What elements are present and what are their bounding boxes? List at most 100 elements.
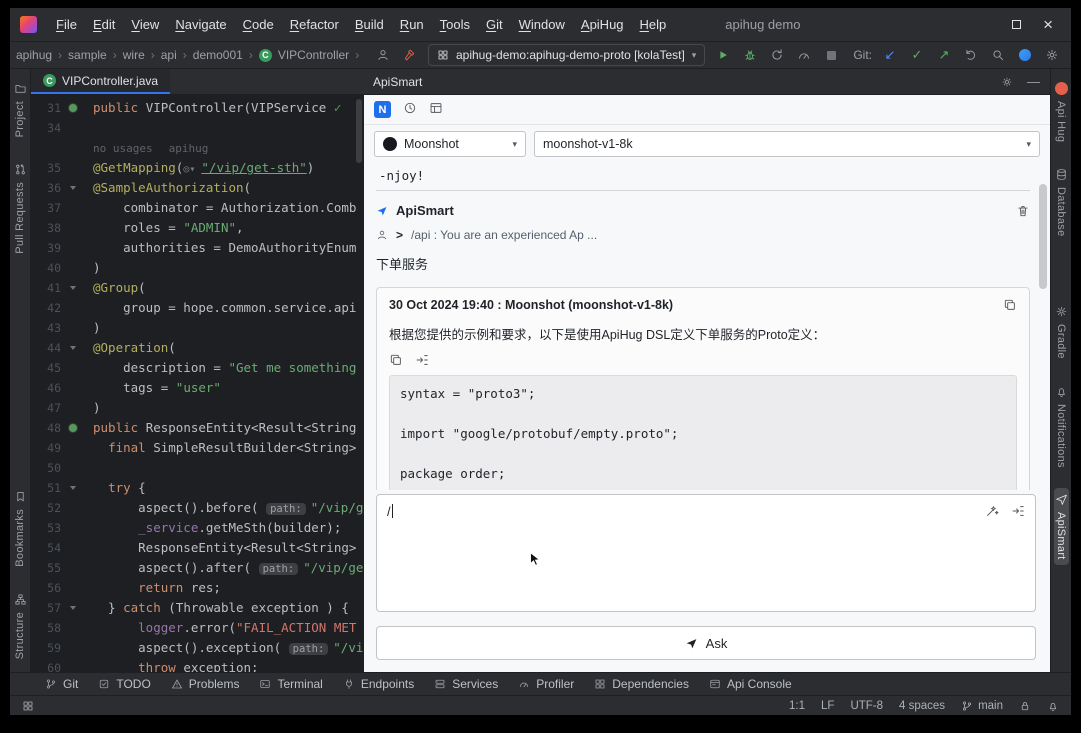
- breadcrumb-item-wire[interactable]: wire: [123, 48, 145, 62]
- tool-window-button-notifications[interactable]: Notifications: [1054, 380, 1069, 473]
- fold-icon[interactable]: [70, 346, 76, 350]
- insert-to-editor-icon[interactable]: [1011, 504, 1025, 518]
- breadcrumb-item-sample[interactable]: sample: [68, 48, 107, 62]
- close-button[interactable]: ×: [1043, 16, 1053, 33]
- menu-window[interactable]: Window: [512, 14, 572, 35]
- code-with-me-icon[interactable]: [1016, 46, 1034, 64]
- gutter: [63, 518, 83, 538]
- code-block[interactable]: syntax = "proto3"; import "google/protob…: [389, 375, 1017, 490]
- tool-window-button-database[interactable]: Database: [1054, 163, 1069, 242]
- run-icon[interactable]: [714, 46, 732, 64]
- tool-window-button-gradle[interactable]: Gradle: [1054, 300, 1069, 364]
- code-line: 35 @GetMapping(◎▾ "/vip/get-sth"): [31, 158, 363, 178]
- menu-tools[interactable]: Tools: [433, 14, 477, 35]
- provider-select[interactable]: Moonshot ▾: [374, 131, 526, 157]
- editor-tab[interactable]: VIPController.java: [31, 69, 171, 94]
- fold-icon[interactable]: [70, 486, 76, 490]
- breadcrumb-item-demo001[interactable]: demo001: [193, 48, 243, 62]
- tool-window-terminal[interactable]: Terminal: [250, 675, 331, 693]
- gutter: [63, 418, 83, 438]
- indent-style[interactable]: 4 spaces: [899, 700, 945, 712]
- git-push-icon[interactable]: ↗: [935, 46, 953, 64]
- insert-code-icon[interactable]: [415, 353, 429, 367]
- menu-edit[interactable]: Edit: [86, 14, 122, 35]
- gutter: [63, 598, 83, 618]
- menu-refactor[interactable]: Refactor: [283, 14, 346, 35]
- fold-icon[interactable]: [70, 186, 76, 190]
- chat-scrollbar[interactable]: [1039, 166, 1047, 490]
- menu-run[interactable]: Run: [393, 14, 431, 35]
- hide-panel-button[interactable]: —: [1027, 75, 1040, 88]
- menu-file[interactable]: File: [49, 14, 84, 35]
- menu-build[interactable]: Build: [348, 14, 391, 35]
- gutter: [63, 318, 83, 338]
- endpoint-gutter-icon[interactable]: [69, 424, 77, 432]
- debug-icon[interactable]: [741, 46, 759, 64]
- build-hammer-icon[interactable]: [401, 46, 419, 64]
- fold-icon[interactable]: [70, 606, 76, 610]
- menu-help[interactable]: Help: [633, 14, 674, 35]
- chevron-right-icon[interactable]: >: [396, 228, 403, 242]
- breadcrumb-item-apihug[interactable]: apihug: [16, 48, 52, 62]
- prompt-wand-icon[interactable]: [985, 504, 999, 518]
- copy-code-icon[interactable]: [389, 353, 403, 367]
- notifications-icon[interactable]: [1047, 700, 1059, 712]
- tool-window-todo[interactable]: TODO: [89, 675, 159, 693]
- menu-apihug[interactable]: ApiHug: [574, 14, 631, 35]
- tool-window-button-api-hug[interactable]: Api Hug: [1054, 77, 1069, 147]
- tool-window-button-pull-requests[interactable]: Pull Requests: [13, 158, 28, 259]
- profiler-icon[interactable]: [795, 46, 813, 64]
- tool-window-layout-icon[interactable]: [22, 700, 34, 712]
- git-branch-widget[interactable]: main: [961, 700, 1003, 712]
- fold-icon[interactable]: [70, 286, 76, 290]
- tool-window-button-bookmarks[interactable]: Bookmarks: [13, 485, 28, 572]
- search-icon[interactable]: [989, 46, 1007, 64]
- tool-window-api-console[interactable]: Api Console: [700, 675, 801, 693]
- file-encoding[interactable]: UTF-8: [850, 700, 883, 712]
- avatar-icon[interactable]: [374, 46, 392, 64]
- stop-icon[interactable]: [822, 46, 840, 64]
- tool-window-label: Pull Requests: [14, 182, 26, 255]
- copy-response-icon[interactable]: [1003, 298, 1017, 312]
- run-config-select[interactable]: apihug-demo:apihug-demo-proto [kolaTest]…: [427, 44, 706, 66]
- tool-window-button-project[interactable]: Project: [13, 77, 28, 142]
- git-commit-icon[interactable]: ✓: [908, 46, 926, 64]
- panel-settings-icon[interactable]: [1001, 76, 1013, 88]
- layout-icon[interactable]: [429, 101, 443, 118]
- rerun-icon[interactable]: [768, 46, 786, 64]
- chat-history[interactable]: -njoy! ApiSmart > /api : You are an expe…: [364, 164, 1050, 490]
- caret-position[interactable]: 1:1: [789, 700, 805, 712]
- breadcrumb-item-vipcontroller[interactable]: VIPController: [278, 48, 349, 62]
- tool-window-services[interactable]: Services: [425, 675, 507, 693]
- tool-window-problems[interactable]: Problems: [162, 675, 249, 693]
- prompt-context[interactable]: /api : You are an experienced Ap ...: [411, 228, 597, 242]
- lock-icon[interactable]: [1019, 700, 1031, 712]
- revert-icon[interactable]: [962, 46, 980, 64]
- prompt-input[interactable]: /: [376, 494, 1036, 612]
- code-editor[interactable]: 31 public VIPController(VIPService ✓ 34 no …: [31, 95, 363, 672]
- new-chat-icon[interactable]: [374, 101, 391, 118]
- code-text: return res;: [138, 580, 221, 595]
- ide-logo-icon[interactable]: [20, 16, 37, 33]
- menu-navigate[interactable]: Navigate: [168, 14, 233, 35]
- tool-window-dependencies[interactable]: Dependencies: [585, 675, 698, 693]
- ask-button[interactable]: Ask: [376, 626, 1036, 660]
- editor-scrollbar[interactable]: [356, 95, 362, 672]
- model-select[interactable]: moonshot-v1-8k ▾: [534, 131, 1040, 157]
- settings-icon[interactable]: [1043, 46, 1061, 64]
- history-icon[interactable]: [403, 101, 417, 118]
- tool-window-endpoints[interactable]: Endpoints: [334, 675, 423, 693]
- menu-view[interactable]: View: [124, 14, 166, 35]
- line-separator[interactable]: LF: [821, 700, 834, 712]
- git-update-icon[interactable]: ↙: [881, 46, 899, 64]
- tool-window-button-structure[interactable]: Structure: [13, 588, 28, 664]
- tool-window-git[interactable]: Git: [36, 675, 87, 693]
- tool-window-profiler[interactable]: Profiler: [509, 675, 583, 693]
- menu-git[interactable]: Git: [479, 14, 510, 35]
- maximize-button[interactable]: [1012, 20, 1022, 29]
- breadcrumb-item-api[interactable]: api: [161, 48, 177, 62]
- delete-conversation-icon[interactable]: [1016, 204, 1030, 218]
- endpoint-gutter-icon[interactable]: [69, 104, 77, 112]
- tool-window-button-apismart[interactable]: ApiSmart: [1053, 488, 1069, 566]
- menu-code[interactable]: Code: [236, 14, 281, 35]
